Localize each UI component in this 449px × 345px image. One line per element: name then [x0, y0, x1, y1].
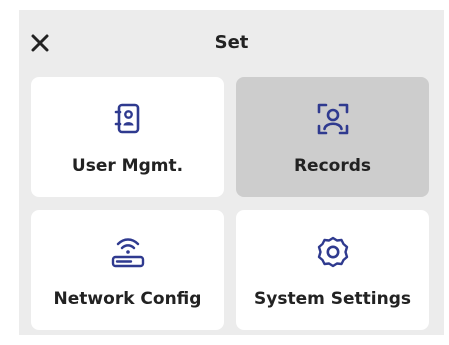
tile-label: Records	[293, 156, 372, 176]
dialog-title: Set	[214, 32, 249, 53]
face-scan-icon	[236, 101, 429, 137]
tile-records[interactable]: Records	[236, 77, 429, 197]
gear-icon	[236, 234, 429, 270]
tile-user-mgmt[interactable]: User Mgmt.	[31, 77, 224, 197]
tile-system-settings[interactable]: System Settings	[236, 210, 429, 330]
tile-label: Network Config	[53, 289, 202, 309]
tile-label: System Settings	[254, 289, 411, 309]
screen: Set User Mgmt. Records Network Config Sy…	[0, 0, 449, 345]
settings-dialog: Set User Mgmt. Records Network Config Sy…	[19, 10, 444, 335]
tile-network-config[interactable]: Network Config	[31, 210, 224, 330]
contact-book-icon	[31, 101, 224, 137]
router-wifi-icon	[31, 234, 224, 270]
tile-label: User Mgmt.	[71, 156, 184, 176]
